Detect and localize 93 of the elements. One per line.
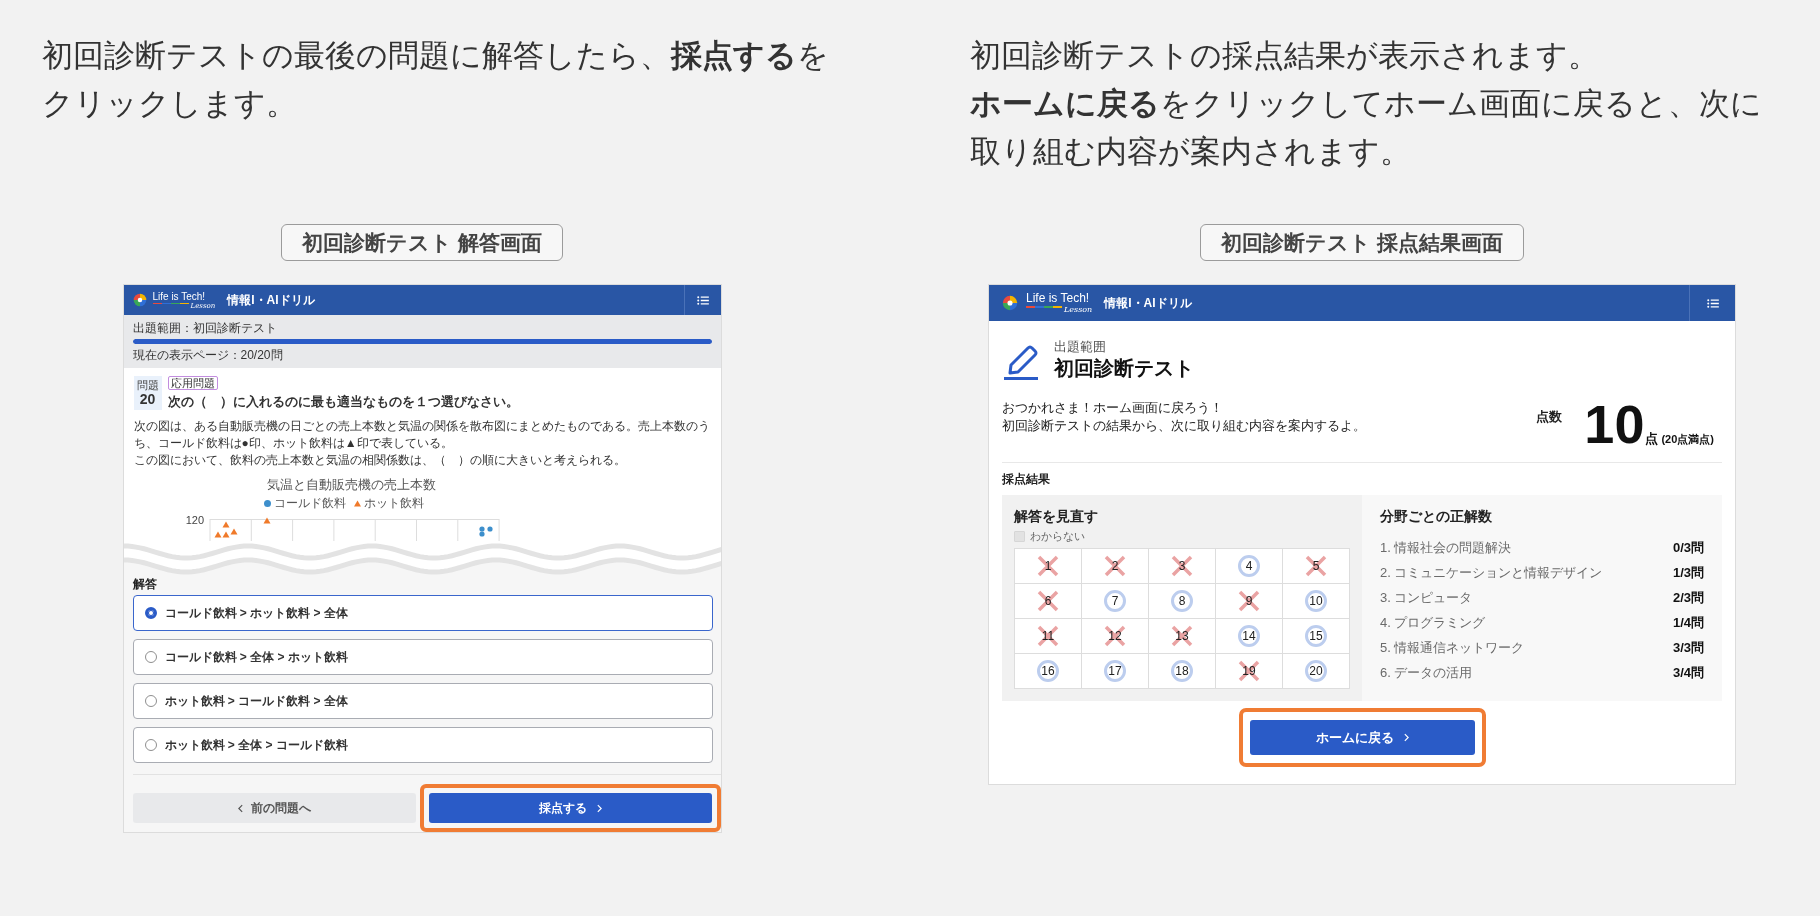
message-text: おつかれさま！ホーム画面に戻ろう！ [1002,399,1224,417]
field-name: 1. 情報社会の問題解決 [1380,538,1512,557]
answer-option[interactable]: ホット飲料 > 全体 > コールド飲料 [132,727,713,763]
question-review-button[interactable]: 5 [1283,549,1350,584]
question-review-button[interactable]: 9 [1216,584,1283,619]
question-review-button[interactable]: 2 [1082,549,1149,584]
question-review-button[interactable]: 1 [1015,549,1082,584]
option-label: ホット飲料 > コールド飲料 > 全体 [164,694,348,708]
score-label: 点数 [1536,408,1563,426]
chevron-left-icon [237,803,243,813]
logo-text: Life is Tech! [152,290,207,302]
question-text: この図において、飲料の売上本数と気温の相関係数は、（ ）の順に大きいと考えられる。 [133,452,627,469]
menu-icon [696,295,709,305]
panel-title: 解答を見直す [1014,507,1098,525]
field-score: 1/4問 [1672,613,1704,632]
logo-subtext: Lesson [1064,305,1093,314]
option-label: ホット飲料 > 全体 > コールド飲料 [164,738,348,752]
legend-label: ホット飲料 [363,496,424,511]
question-label: 問題 [136,379,159,391]
question-review-button[interactable]: 6 [1015,584,1082,619]
home-button[interactable]: ホームに戻る [1249,720,1475,755]
field-name: 4. プログラミング [1380,613,1486,632]
radio-button[interactable] [144,651,157,663]
screen-caption: 初回診断テスト 解答画面 [281,224,563,261]
question-review-button[interactable]: 18 [1149,654,1216,689]
question-review-button[interactable]: 19 [1216,654,1283,689]
question-review-button[interactable]: 20 [1283,654,1350,689]
panel-title: 分野ごとの正解数 [1380,507,1492,525]
instruction-text: 初回診断テストの最後の問題に解答したら、採点するをクリックします。 [42,37,830,123]
logo-stripe [152,302,189,304]
scope-label: 出題範囲 [1054,339,1106,355]
chevron-right-icon [596,803,602,813]
chart-title: 気温と自動販売機の売上本数 [266,477,437,493]
question-number: 20 [139,391,156,407]
question-review-button[interactable]: 16 [1015,654,1082,689]
radio-button[interactable] [144,607,157,619]
test-name: 初回診断テスト [1054,356,1194,381]
field-name: 3. コンピュータ [1380,588,1473,607]
answer-option[interactable]: コールド飲料 > 全体 > ホット飲料 [132,639,713,675]
question-review-button[interactable]: 13 [1149,619,1216,654]
field-score: 1/3問 [1672,563,1704,582]
question-review-button[interactable]: 11 [1015,619,1082,654]
score-unit: 点 [1645,430,1659,448]
instruction-text: 初回診断テストの採点結果が表示されます。 [970,37,1600,75]
category-tag: 応用問題 [167,376,218,390]
question-review-button[interactable]: 15 [1283,619,1350,654]
logo-text: Life is Tech! [1026,292,1091,305]
screen-caption: 初回診断テスト 採点結果画面 [1200,224,1524,261]
section-title: 採点結果 [1002,472,1050,486]
logo-stripe [1026,306,1062,308]
field-score: 3/3問 [1672,638,1704,657]
app-title: 情報I・AIドリル [227,291,315,309]
chevron-right-icon [1403,733,1409,742]
question-review-button[interactable]: 7 [1082,584,1149,619]
answer-heading: 解答 [132,577,157,591]
checkbox-label: わからない [1030,530,1085,543]
logo-icon [1002,295,1018,311]
answer-option[interactable]: コールド飲料 > ホット飲料 > 全体 [132,595,713,631]
field-score: 3/4問 [1672,663,1704,682]
message-text: 初回診断テストの結果から、次に取り組む内容を案内するよ。 [1002,417,1366,435]
question-review-button[interactable]: 4 [1216,549,1283,584]
score-max: (20点満点) [1661,432,1714,447]
field-name: 2. コミュニケーションと情報デザイン [1380,563,1603,582]
logo-icon [132,293,147,307]
menu-icon [1706,298,1719,308]
question-title: 次の（ ）に入れるのに最も適当なものを１つ選びなさい。 [167,393,519,410]
app-title: 情報I・AIドリル [1104,294,1192,312]
field-name: 6. データの活用 [1380,663,1473,682]
score-value: 10 [1584,397,1645,451]
previous-button[interactable]: 前の問題へ [132,793,416,823]
option-label: コールド飲料 > 全体 > ホット飲料 [164,650,348,664]
axis-label: 120 [185,515,204,526]
scope-label: 出題範囲：初回診断テスト [132,321,278,335]
question-review-button[interactable]: 14 [1216,619,1283,654]
answer-option[interactable]: ホット飲料 > コールド飲料 > 全体 [132,683,713,719]
field-score: 0/3問 [1672,538,1704,557]
triangle-marker [263,517,270,524]
question-review-button[interactable]: 10 [1283,584,1350,619]
field-score: 2/3問 [1672,588,1704,607]
page-counter: 現在の表示ページ：20/20問 [132,348,284,362]
question-review-button[interactable]: 17 [1082,654,1149,689]
radio-button[interactable] [144,739,157,751]
option-label: コールド飲料 > ホット飲料 > 全体 [164,606,348,620]
checkbox[interactable] [1014,531,1025,542]
question-text: 次の図は、ある自動販売機の日ごとの売上本数と気温の関係を散布図にまとめたものである。売上本数のうち、コールド飲料は●印、ホット飲料は▲印で表している。 [133,418,711,452]
legend-label: コールド飲料 [273,496,346,511]
question-review-button[interactable]: 12 [1082,619,1149,654]
radio-button[interactable] [144,695,157,707]
submit-button[interactable]: 採点する [428,793,712,823]
question-review-button[interactable]: 3 [1149,549,1216,584]
instruction-text: ホームに戻るをクリックしてホーム画面に戻ると、次に取り組む内容が案内されます。 [970,85,1763,171]
field-name: 5. 情報通信ネットワーク [1380,638,1525,657]
question-review-button[interactable]: 8 [1149,584,1216,619]
